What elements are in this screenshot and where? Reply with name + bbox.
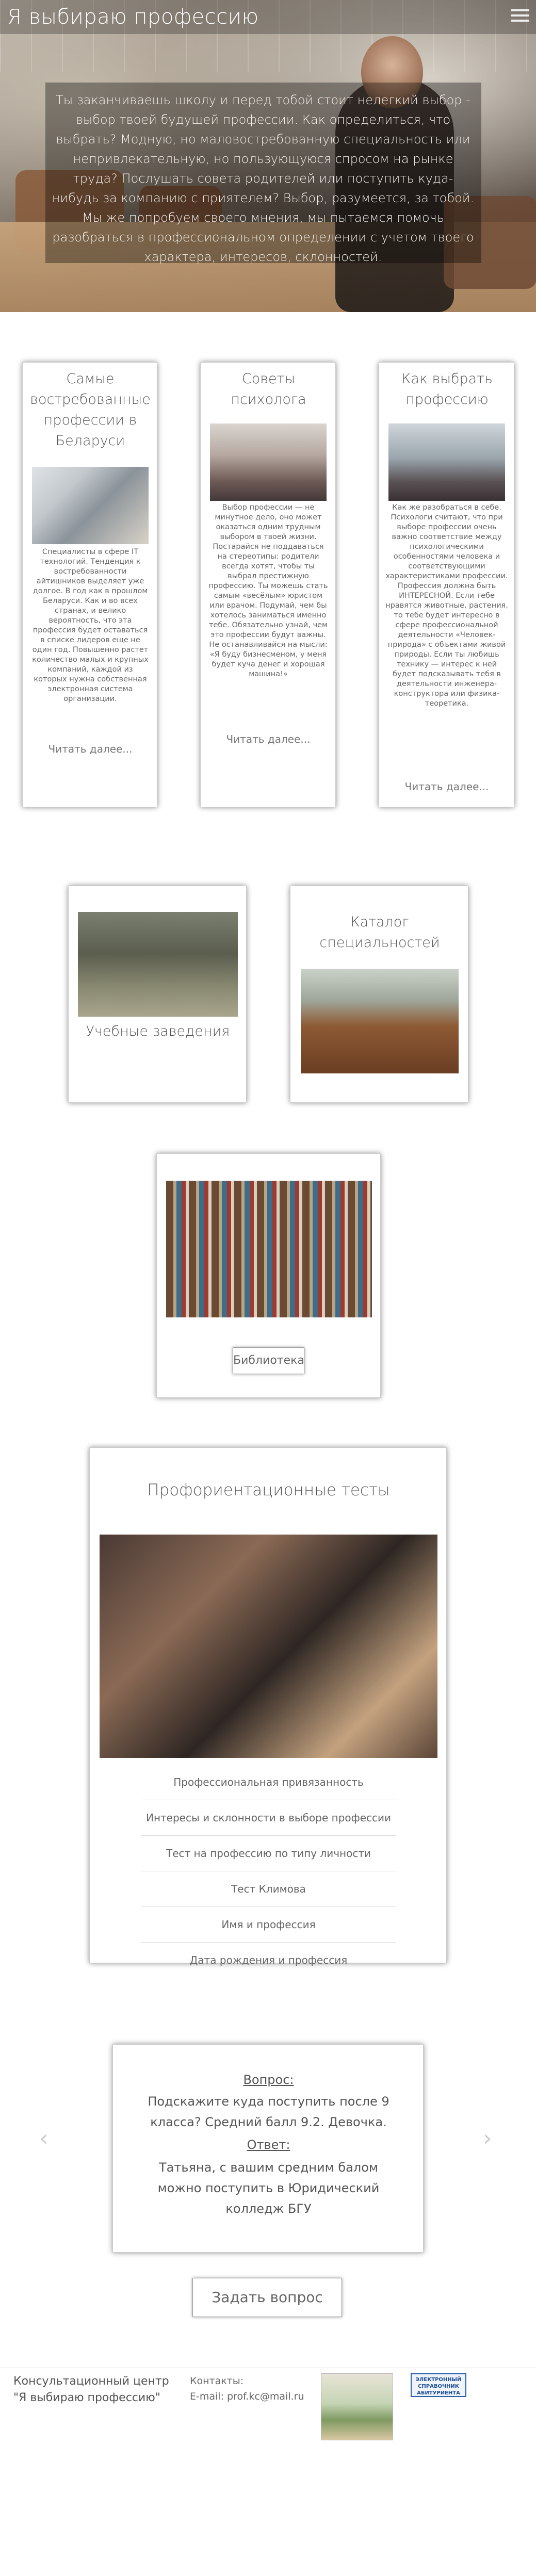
test-link[interactable]: Тест на профессию по типу личности bbox=[141, 1836, 396, 1871]
library-image bbox=[166, 1181, 372, 1317]
card-specialties-catalog[interactable]: Каталог специальностей bbox=[290, 886, 468, 1103]
test-link[interactable]: Профессиональная привязанность bbox=[141, 1765, 396, 1800]
tests-title: Профориентационные тесты bbox=[147, 1481, 390, 1499]
question-text: Подскажите куда поступить после 9 классa… bbox=[148, 2094, 389, 2129]
test-link[interactable]: Имя и профессия bbox=[141, 1907, 396, 1943]
tests-section: Профориентационные тесты Профессиональна… bbox=[89, 1447, 447, 1966]
read-more-link[interactable]: Читать далее... bbox=[386, 780, 507, 793]
laptop-image bbox=[32, 467, 149, 544]
card-library[interactable]: Библиотека bbox=[156, 1153, 381, 1398]
qa-card: Вопрос: Подскажите куда поступить после … bbox=[112, 2044, 424, 2253]
card-popular-professions[interactable]: Самые востребованные профессии в Беларус… bbox=[22, 362, 157, 807]
carousel-prev-arrow[interactable]: ‹ bbox=[39, 2125, 48, 2151]
campus-image bbox=[78, 912, 238, 1017]
applicant-guide-badge[interactable]: ЭЛЕКТРОННЫЙ СПРАВОЧНИК АБИТУРИЕНТА bbox=[411, 2373, 466, 2397]
card-title: Каталог специальностей bbox=[319, 914, 440, 951]
card-how-to-choose[interactable]: Как выбрать профессию Как же разобраться… bbox=[379, 362, 514, 807]
card-text: Выбор профессии — не минутное дело, оно … bbox=[208, 503, 328, 678]
read-more-link[interactable]: Читать далее... bbox=[30, 743, 151, 755]
students-image bbox=[100, 1535, 437, 1758]
card-text: Как же разобраться в себе. Психологи счи… bbox=[385, 503, 508, 708]
hero-text: Ты заканчиваешь школу и перед тобой стои… bbox=[52, 93, 475, 264]
answer-label: Ответ: bbox=[247, 2138, 290, 2152]
site-title[interactable]: Я выбираю профессию bbox=[7, 5, 259, 29]
footer-org: Консультационный центр "Я выбираю профес… bbox=[13, 2375, 169, 2404]
test-link[interactable]: Тест Климова bbox=[141, 1871, 396, 1907]
library-button[interactable]: Библиотека bbox=[233, 1347, 304, 1374]
card-psychologist-tips[interactable]: Советы психолога Выбор профессии — не ми… bbox=[200, 362, 336, 807]
lecture-image bbox=[388, 423, 505, 501]
tests-list: Профессиональная привязанность Интересы … bbox=[141, 1765, 396, 1981]
test-link[interactable]: Интересы и склонности в выборе профессии bbox=[141, 1800, 396, 1836]
card-text: Специалисты в сфере IT технологий. Тенде… bbox=[32, 548, 149, 703]
test-link[interactable]: Дата рождения и профессия bbox=[141, 1943, 396, 1978]
lecture-hall-image bbox=[301, 969, 459, 1073]
question-label: Вопрос: bbox=[243, 2073, 294, 2087]
people-image bbox=[210, 423, 327, 501]
menu-icon[interactable] bbox=[511, 9, 529, 24]
map-image-link[interactable] bbox=[321, 2373, 393, 2440]
carousel-next-arrow[interactable]: › bbox=[483, 2125, 492, 2151]
read-more-link[interactable]: Читать далее... bbox=[208, 733, 329, 745]
card-title: Учебные заведения bbox=[86, 1023, 230, 1039]
ask-question-button[interactable]: Задать вопрос bbox=[192, 2278, 342, 2317]
card-title: Советы психолога bbox=[231, 371, 306, 407]
footer: Консультационный центр "Я выбираю профес… bbox=[0, 2368, 536, 2576]
card-title: Как выбрать профессию bbox=[401, 371, 493, 407]
card-educational-institutions[interactable]: Учебные заведения bbox=[68, 886, 247, 1103]
hero-section: Я выбираю профессию Ты заканчиваешь школ… bbox=[0, 0, 536, 312]
card-title: Самые востребованные профессии в Беларус… bbox=[30, 371, 151, 449]
footer-email[interactable]: E-mail: prof.kc@mail.ru bbox=[190, 2389, 324, 2404]
footer-contacts-label: Контакты: bbox=[190, 2375, 244, 2387]
answer-text: Татьяна, с вашим средним балом можно пос… bbox=[157, 2160, 380, 2216]
